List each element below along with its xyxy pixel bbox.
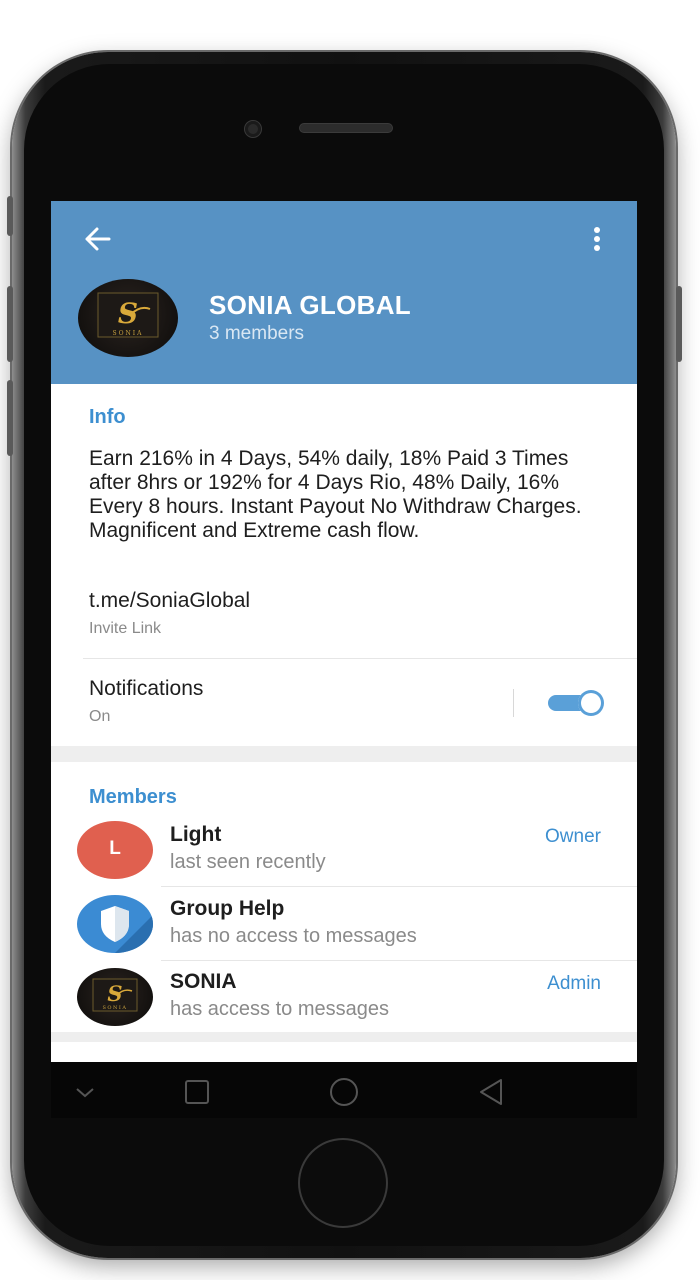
avatar — [77, 895, 153, 953]
invite-link[interactable]: t.me/SoniaGlobal — [89, 589, 250, 613]
svg-text:S: S — [107, 981, 122, 1006]
info-section-title: Info — [89, 406, 126, 428]
vertical-divider — [513, 689, 514, 717]
member-name: Group Help — [170, 897, 285, 920]
members-section: Members L Light last seen recently Owner… — [51, 762, 637, 1032]
square-recents-icon — [185, 1080, 209, 1104]
members-section-title: Members — [89, 786, 177, 808]
member-name: SONIA — [170, 970, 237, 993]
member-status: has no access to messages — [170, 925, 417, 947]
group-avatar[interactable]: S SONIA — [78, 279, 178, 357]
arrow-left-icon — [85, 227, 111, 251]
info-section: Info Earn 216% in 4 Days, 54% daily, 18%… — [51, 384, 637, 746]
earpiece-speaker — [300, 124, 392, 132]
sonia-logo-icon: S — [97, 292, 159, 338]
svg-text:S: S — [118, 297, 138, 330]
back-button[interactable] — [79, 221, 119, 257]
front-camera — [245, 121, 261, 137]
phone-home-button[interactable] — [300, 1140, 386, 1226]
divider — [161, 886, 637, 887]
section-gap — [51, 746, 637, 762]
notifications-toggle[interactable] — [548, 690, 604, 716]
group-avatar-label: SONIA — [112, 330, 144, 337]
member-row-light[interactable]: L Light last seen recently Owner — [51, 821, 637, 893]
section-gap — [51, 1032, 637, 1062]
more-menu-button[interactable] — [587, 221, 607, 257]
navigation-bar — [51, 1062, 637, 1118]
avatar: S SONIA — [77, 968, 153, 1026]
member-count: 3 members — [209, 323, 305, 344]
member-row-group-help[interactable]: Group Help has no access to messages — [51, 895, 637, 967]
avatar-letter: L — [109, 838, 121, 859]
phone-power-button — [676, 286, 682, 362]
phone-side-button — [7, 196, 13, 236]
divider — [161, 960, 637, 961]
avatar-label: SONIA — [102, 1005, 128, 1011]
avatar: L — [77, 821, 153, 879]
circle-home-icon — [330, 1078, 358, 1106]
nav-home-button[interactable] — [324, 1072, 364, 1112]
app-screen: S SONIA SONIA GLOBAL 3 members Info Earn… — [51, 201, 637, 1118]
chevron-down-icon — [76, 1088, 94, 1098]
group-header: S SONIA SONIA GLOBAL 3 members — [51, 201, 637, 384]
divider — [83, 658, 637, 659]
notifications-state: On — [89, 708, 111, 725]
nav-back-button[interactable] — [471, 1072, 511, 1112]
nav-recents-button[interactable] — [177, 1072, 217, 1112]
member-status: has access to messages — [170, 998, 389, 1020]
member-role-badge: Owner — [545, 826, 601, 847]
sonia-logo-icon: S — [92, 978, 138, 1012]
phone-volume-down-button — [7, 380, 13, 456]
more-vertical-icon — [594, 227, 600, 251]
member-role-badge: Admin — [547, 973, 601, 994]
toggle-thumb — [578, 690, 604, 716]
next-section-edge — [51, 1042, 637, 1062]
member-name: Light — [170, 823, 222, 846]
phone-volume-up-button — [7, 286, 13, 362]
group-title: SONIA GLOBAL — [209, 290, 411, 320]
member-row-sonia[interactable]: S SONIA SONIA has access to messages Adm… — [51, 968, 637, 1040]
group-description: Earn 216% in 4 Days, 54% daily, 18% Paid… — [89, 447, 582, 542]
nav-hide-button[interactable] — [65, 1072, 105, 1112]
notifications-label[interactable]: Notifications — [89, 677, 203, 701]
triangle-back-icon — [480, 1079, 502, 1105]
shield-icon — [101, 906, 153, 953]
invite-link-caption: Invite Link — [89, 620, 162, 637]
member-status: last seen recently — [170, 851, 326, 873]
